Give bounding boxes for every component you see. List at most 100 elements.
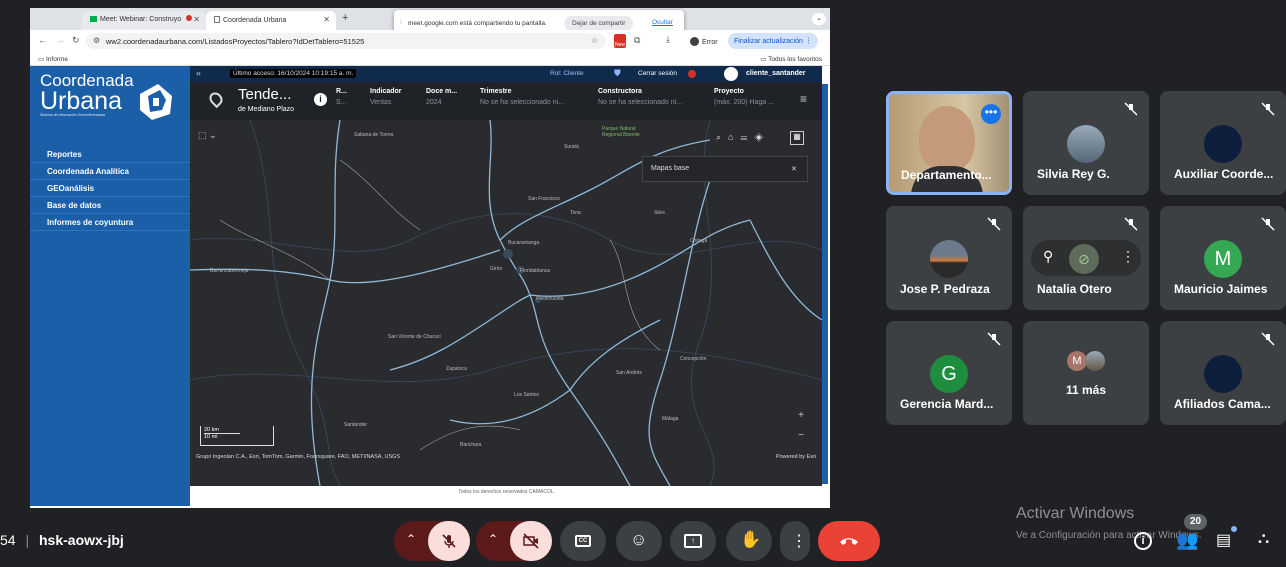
participant-tile-2[interactable]: Silvia Rey G. [1023, 91, 1149, 195]
mic-options-chevron-icon[interactable]: ⌃ [406, 532, 416, 546]
all-bookmarks-label: Todos los favoritos [768, 56, 822, 63]
update-label: Finalizar actualización [734, 38, 803, 45]
captions-button[interactable]: CC [560, 521, 606, 561]
profile-error[interactable]: Error [686, 34, 724, 48]
update-button[interactable]: Finalizar actualización ⋮ [728, 33, 818, 49]
all-bookmarks[interactable]: ▭ Todos los favoritos [760, 55, 822, 63]
filter-constructora[interactable]: Constructora No se ha seleccionado ni... [598, 88, 682, 106]
download-icon[interactable]: ⤓ [666, 34, 670, 45]
menu-item-base-datos[interactable]: Base de datos [30, 197, 190, 214]
reactions-button[interactable]: ☺ [616, 521, 662, 561]
camera-control: ⌃ [476, 521, 552, 561]
back-icon[interactable]: ← [38, 35, 47, 45]
extensions-icon[interactable]: ⧉ [634, 35, 640, 46]
meeting-details-icon[interactable]: i [1134, 532, 1152, 550]
participant-tile-7[interactable]: G Gerencia Mard... [886, 321, 1012, 425]
collapse-sidebar-icon[interactable]: « [196, 68, 201, 78]
powered-by-esri[interactable]: Powered by Esri [776, 454, 816, 460]
star-icon[interactable]: ☆ [591, 36, 598, 45]
new-tab-icon[interactable]: + [342, 12, 348, 24]
page-scrollbar[interactable] [822, 84, 828, 484]
meeting-code[interactable]: hsk-aowx-jbj [39, 532, 124, 548]
tab-meet[interactable]: Meet: Webinar: Construyo ✕ [82, 11, 206, 30]
filter-value: Ventas [370, 99, 392, 106]
home-icon[interactable]: ⌂ [728, 132, 740, 142]
activities-icon[interactable]: ⛬ [1258, 530, 1269, 548]
profile-avatar [690, 37, 699, 46]
present-button[interactable]: ↑ [670, 521, 716, 561]
filter-trimestre[interactable]: Trimestre No se ha seleccionado ni... [480, 88, 564, 106]
tab-coordenada[interactable]: Coordenada Urbana ✕ [206, 11, 336, 30]
menu-item-reportes[interactable]: Reportes [30, 146, 190, 163]
new-badge-label: New [614, 42, 625, 48]
participant-name: Silvia Rey G. [1037, 167, 1110, 181]
forward-icon[interactable]: → [56, 35, 65, 45]
more-options-icon[interactable]: ⋮ [1121, 248, 1135, 265]
logo-mark-icon [140, 84, 172, 120]
layers-icon[interactable]: ◈ [754, 132, 770, 142]
map-label: Suratá [564, 144, 579, 150]
participant-tile-9[interactable]: Afiliados Cama... [1160, 321, 1286, 425]
zoom-in-icon[interactable]: + [794, 410, 808, 424]
participant-tile-6[interactable]: M Mauricio Jaimes [1160, 206, 1286, 310]
menu-item-coyuntura[interactable]: Informes de coyuntura [30, 214, 190, 231]
filter-indicador[interactable]: Indicador Ventas [370, 88, 402, 106]
participant-tile-more[interactable]: M 11 más [1023, 321, 1149, 425]
hamburger-menu-icon[interactable]: ≡ [800, 92, 807, 106]
participant-tile-5[interactable]: ⚲ ⊘ ⋮ Natalia Otero [1023, 206, 1149, 310]
bookmark-informe[interactable]: ▭ Informe [38, 55, 68, 63]
participant-tile-3[interactable]: Auxiliar Coorde... [1160, 91, 1286, 195]
participant-tile-4[interactable]: Jose P. Pedraza [886, 206, 1012, 310]
camera-options-chevron-icon[interactable]: ⌃ [488, 532, 498, 546]
menu-item-geoanalisis[interactable]: GEOanálisis [30, 180, 190, 197]
reload-icon[interactable]: ↻ [72, 35, 80, 46]
close-icon[interactable]: ✕ [791, 165, 797, 173]
logout-link[interactable]: Cerrar sesión [638, 70, 677, 77]
menu-item-analitica[interactable]: Coordenada Analítica [30, 163, 190, 180]
app-top-bar: « Último acceso: 16/10/2024 10:19:15 a. … [190, 66, 822, 82]
zoom-out-icon[interactable]: − [794, 430, 808, 444]
url-field[interactable]: ⚙ ww2.coordenadaurbana.com/ListadosProye… [86, 33, 606, 49]
filter-header: Constructora [598, 88, 642, 95]
search-icon[interactable]: ⌕ [716, 132, 728, 142]
close-icon[interactable]: ✕ [193, 15, 200, 24]
drag-handle-icon[interactable]: ⁞ [400, 19, 402, 26]
tab-label: Coordenada Urbana [223, 17, 287, 24]
list-icon[interactable]: ☰ [740, 132, 754, 142]
map-selection-tool[interactable]: ⬚ ⌄ [198, 130, 238, 146]
tab-search-icon[interactable]: ⌄ [812, 13, 826, 25]
more-options-button[interactable]: ⋮ [780, 521, 810, 561]
scale-bar: 20 km 10 mi [200, 426, 274, 446]
filter-proyecto[interactable]: Proyecto (máx. 200) Haga ... [714, 88, 774, 106]
map-label: Santander [344, 422, 368, 428]
map-label: Parque Natural Regional Bisonte [602, 126, 640, 138]
filter-header: Doce m... [426, 88, 458, 95]
end-call-button[interactable] [818, 521, 880, 561]
mic-toggle-button[interactable] [428, 521, 470, 561]
site-settings-icon[interactable]: ⚙ [93, 36, 100, 45]
map-label: Bucaramanga [508, 240, 540, 246]
chat-icon[interactable]: ▤ [1216, 530, 1231, 550]
mute-participant-icon[interactable]: ⊘ [1069, 244, 1099, 274]
folder-icon: ▭ [760, 56, 767, 63]
map-view[interactable]: ⬚ ⌄ ⌕⌂☰◈ ▦ Mapas base ✕ + − 20 km 10 mi … [190, 120, 822, 486]
filter-r[interactable]: R... S... [336, 88, 347, 106]
camera-toggle-button[interactable] [510, 521, 552, 561]
participant-tile-1[interactable]: ••• Departamento... [886, 91, 1012, 195]
pin-icon[interactable]: ⚲ [1043, 248, 1053, 265]
people-icon[interactable]: 👥 [1176, 530, 1198, 551]
app-logo[interactable]: Coordenada Urbana Sistema de Información… [40, 72, 180, 128]
basemap-gallery-icon[interactable]: ▦ [790, 131, 804, 145]
user-avatar-icon [724, 67, 738, 81]
stop-sharing-button[interactable]: Dejar de compartir [564, 16, 634, 31]
app-menu: Reportes Coordenada Analítica GEOanálisi… [30, 146, 190, 231]
raise-hand-button[interactable]: ✋ [726, 521, 772, 561]
filter-doce-meses[interactable]: Doce m... 2024 [426, 88, 457, 106]
hide-banner-link[interactable]: Ocultar [652, 19, 673, 26]
close-icon[interactable]: ✕ [323, 15, 330, 24]
new-badge[interactable]: New [614, 34, 626, 48]
logout-icon[interactable] [688, 70, 696, 78]
bookmark-label: Informe [45, 56, 69, 63]
mic-off-icon [1261, 102, 1275, 116]
info-icon[interactable]: i [314, 93, 327, 106]
